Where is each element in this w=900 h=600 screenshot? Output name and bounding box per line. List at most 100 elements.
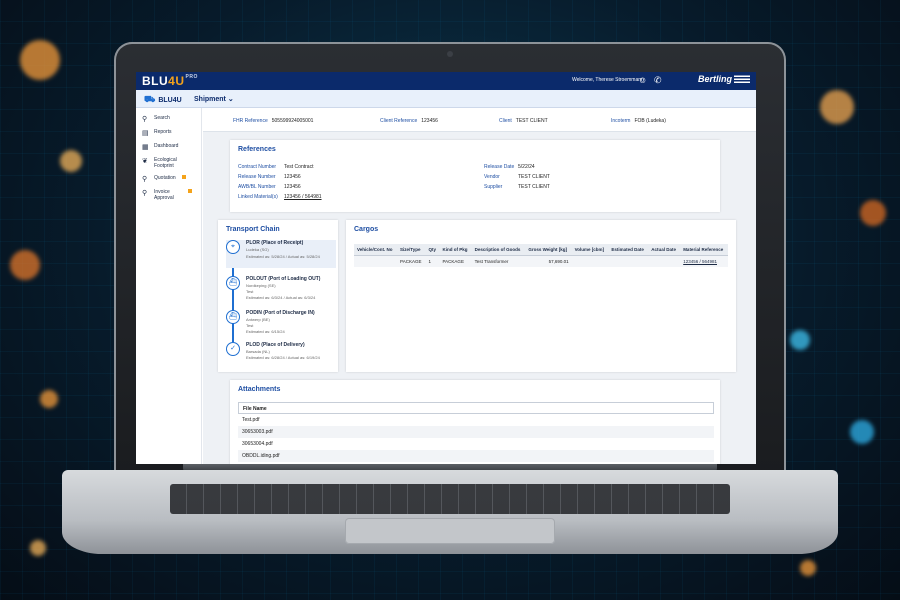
table-cell: 57,690.01	[525, 255, 572, 267]
sidebar-item-invoice-approval[interactable]: ⚲ Invoice Approval	[136, 186, 201, 204]
attachments-title: Attachments	[238, 386, 281, 393]
laptop-keyboard	[170, 484, 730, 514]
welcome-text: Welcome, Therese Stroemmann	[572, 77, 644, 83]
cargos-table: Vehicle/Cont. No Size/Type Qty Kind of P…	[354, 244, 728, 267]
linked-materials: Linked Material(s) 123456 / 564981	[238, 194, 322, 200]
material-reference-link[interactable]: 123456 / 564981	[680, 255, 728, 267]
column-header[interactable]: Material Reference	[680, 244, 728, 256]
bokeh-light	[790, 330, 810, 350]
ship-icon: ⛴	[226, 276, 240, 290]
location-icon: ⌖	[226, 240, 240, 254]
bokeh-light	[800, 560, 816, 576]
stop-podin[interactable]: ⛴ PODIN (Port of Discharge IN) Antwerp (…	[226, 310, 336, 340]
cargos-title: Cargos	[354, 226, 379, 233]
bokeh-light	[60, 150, 82, 172]
table-cell	[608, 255, 649, 267]
bokeh-light	[10, 250, 40, 280]
supplier: Supplier TEST CLIENT	[484, 184, 550, 190]
laptop-trackpad	[345, 518, 555, 544]
table-cell: 1	[425, 255, 440, 267]
app-logo[interactable]: BLU4UPRO	[142, 74, 198, 88]
reference-bar: FHR Reference 505599924005001 Client Refe…	[203, 108, 756, 132]
main-content: FHR Reference 505599924005001 Client Refe…	[203, 108, 756, 464]
sidebar-item-ecological-footprint[interactable]: ❦ Ecological Footprint	[136, 154, 201, 172]
bokeh-light	[860, 200, 886, 226]
ship-icon: ⛴	[226, 310, 240, 324]
column-header[interactable]: Estimated Date	[608, 244, 649, 256]
column-header[interactable]: Gross Weight [kg]	[525, 244, 572, 256]
brand-logo: Bertling	[698, 74, 750, 84]
sidebar: ⚲ Search ▤ Reports ▦ Dashboard ❦ Ecological …	[136, 108, 202, 464]
column-header[interactable]: Qty	[425, 244, 440, 256]
cargos-header-row: Vehicle/Cont. No Size/Type Qty Kind of P…	[354, 244, 728, 256]
user-icon[interactable]: ☺	[638, 75, 647, 85]
attachment-file[interactable]: 30653004.pdf	[238, 438, 714, 450]
transport-chain-title: Transport Chain	[226, 226, 280, 233]
awb-bl-number: AWB/BL Number 123456	[238, 184, 301, 190]
column-header[interactable]: Actual Date	[648, 244, 681, 256]
document-icon: ▤	[142, 130, 149, 137]
table-cell	[571, 255, 609, 267]
column-header[interactable]: Volume [cbm]	[571, 244, 609, 256]
contract-number: Contract Number Test Contract	[238, 164, 314, 170]
client-reference: Client Reference 123456	[380, 118, 438, 124]
new-badge	[188, 189, 192, 193]
table-cell	[354, 255, 398, 267]
stop-polout[interactable]: ⛴ POLOUT (Port of Loading OUT) Nordkepin…	[226, 276, 336, 306]
attachment-file[interactable]: Test.pdf	[238, 414, 714, 426]
incoterm: Incoterm FOB (Ludeka)	[611, 118, 666, 124]
stop-plod[interactable]: ✓ PLOD (Place of Delivery) Barsada (NL) …	[226, 342, 336, 368]
sidebar-item-quotation[interactable]: ⚲ Quotation	[136, 172, 201, 186]
column-header[interactable]: Kind of Pkg	[439, 244, 472, 256]
client: Client TEST CLIENT	[499, 118, 548, 124]
column-header[interactable]: Size/Type	[397, 244, 426, 256]
chevron-down-icon: ⌄	[227, 96, 234, 103]
vendor: Vendor TEST CLIENT	[484, 174, 550, 180]
search-icon: ⚲	[142, 176, 148, 183]
phone-icon[interactable]: ✆	[654, 75, 662, 86]
attachment-file[interactable]: 30653003.pdf	[238, 426, 714, 438]
table-row[interactable]: PACKAGE 1 PACKAGE Test Transformer 57,69…	[354, 255, 728, 267]
release-date: Release Date 5/22/24	[484, 164, 535, 170]
check-icon: ✓	[226, 342, 240, 356]
camera-icon	[447, 51, 453, 57]
file-name-header[interactable]: File Name	[238, 402, 714, 414]
column-header[interactable]: Description of Goods	[471, 244, 526, 256]
fhr-reference: FHR Reference 505599924005001	[233, 118, 314, 124]
attachments-card: Attachments File Name Test.pdf 30653003.…	[230, 380, 720, 464]
table-cell: PACKAGE	[397, 255, 426, 267]
attachment-file[interactable]: OBDDL.iding.pdf	[238, 450, 714, 462]
leaf-icon: ❦	[142, 158, 148, 165]
nav-app-switcher[interactable]: ⛟ BLU4U	[144, 94, 182, 106]
chart-icon: ▦	[142, 144, 149, 151]
column-header[interactable]: Vehicle/Cont. No	[354, 244, 398, 256]
table-cell: PACKAGE	[439, 255, 472, 267]
attachments-table: File Name Test.pdf 30653003.pdf 30653004…	[238, 402, 714, 462]
bokeh-light	[40, 390, 58, 408]
bokeh-light	[20, 40, 60, 80]
stop-plor[interactable]: ⌖ PLOR (Place of Receipt) Ludeka (SG) Es…	[226, 240, 336, 268]
sidebar-item-reports[interactable]: ▤ Reports	[136, 126, 201, 140]
new-badge	[181, 175, 186, 179]
bokeh-light	[850, 420, 874, 444]
sidebar-item-search[interactable]: ⚲ Search	[136, 112, 201, 126]
bokeh-light	[820, 90, 854, 124]
transport-chain-card: Transport Chain ⌖ PLOR (Place of Receipt…	[218, 220, 338, 372]
sidebar-item-dashboard[interactable]: ▦ Dashboard	[136, 140, 201, 154]
brand-bars-icon	[734, 74, 750, 83]
references-card: References Contract Number Test Contract …	[230, 140, 720, 212]
references-title: References	[238, 146, 276, 153]
cargos-card: Cargos Vehicle/Cont. No Size/Type Qty Ki…	[346, 220, 736, 372]
nav-app-name: BLU4U	[158, 96, 182, 104]
shipment-menu[interactable]: Shipment ⌄	[194, 95, 234, 103]
search-icon: ⚲	[142, 116, 148, 123]
table-cell: Test Transformer	[471, 255, 526, 267]
bokeh-light	[30, 540, 46, 556]
linked-materials-link[interactable]: 123456 / 564981	[284, 194, 322, 200]
app-topbar: BLU4UPRO Welcome, Therese Stroemmann ☺ ✆…	[136, 72, 756, 90]
search-icon: ⚲	[142, 190, 148, 197]
laptop-screen: BLU4UPRO Welcome, Therese Stroemmann ☺ ✆…	[136, 72, 756, 464]
app-navbar: ⛟ BLU4U Shipment ⌄	[136, 90, 756, 108]
release-number: Release Number 123456	[238, 174, 301, 180]
truck-icon: ⛟	[144, 94, 156, 104]
